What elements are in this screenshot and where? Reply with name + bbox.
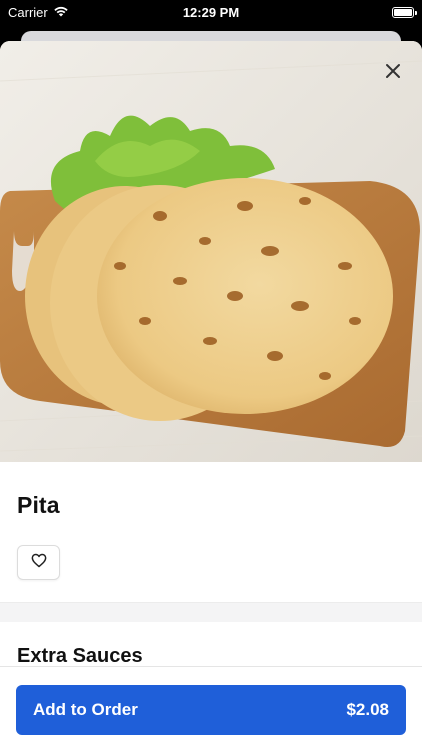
pita-bread-image [0,41,422,462]
battery-icon [392,6,417,18]
close-button[interactable] [377,55,409,87]
heart-icon [31,553,47,573]
close-icon [385,63,401,79]
order-footer: Add to Order $2.08 [0,666,422,750]
add-to-order-label: Add to Order [33,700,138,719]
item-title: Pita [17,492,60,518]
favorite-button[interactable] [17,545,60,580]
carrier-label: Carrier [8,4,48,20]
add-to-order-button[interactable]: Add to Order $2.08 [16,685,406,735]
app-screen: Carrier 12:29 PM Pita Extra Sauces Add t… [0,0,422,750]
status-left: Carrier [8,5,69,20]
item-detail-sheet: Pita Extra Sauces Add to Order $2.08 [0,41,422,750]
extra-sauces-title: Extra Sauces [17,645,143,667]
status-bar: Carrier 12:29 PM [0,0,422,24]
wifi-icon [53,5,69,20]
section-divider [0,602,422,622]
price-label: $2.08 [346,700,389,719]
item-info: Pita [0,492,422,580]
